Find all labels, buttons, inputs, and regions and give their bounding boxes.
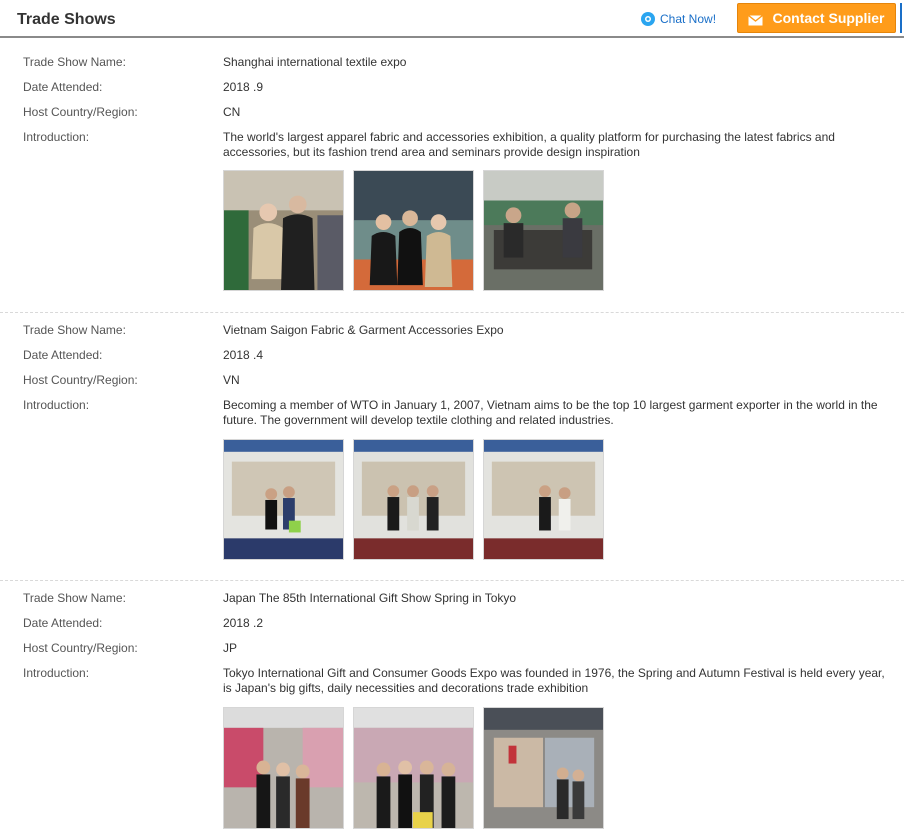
host-country-label: Host Country/Region: — [23, 641, 138, 655]
trade-show-item: Trade Show Name: Vietnam Saigon Fabric &… — [0, 312, 904, 580]
trade-show-name: Japan The 85th International Gift Show S… — [223, 591, 517, 605]
section-header: Trade Shows Chat Now! Contact Supplier — [0, 0, 904, 38]
date-attended-label: Date Attended: — [23, 616, 103, 630]
contact-supplier-button[interactable]: Contact Supplier — [737, 3, 896, 33]
date-attended-label: Date Attended: — [23, 348, 103, 362]
trade-show-photo[interactable] — [353, 439, 474, 560]
introduction-text: Tokyo International Gift and Consumer Go… — [223, 666, 885, 695]
header-edge-divider — [900, 3, 902, 33]
chat-now-link[interactable]: Chat Now! — [641, 10, 716, 28]
trade-show-photo[interactable] — [223, 439, 344, 560]
photo-gallery — [223, 439, 613, 560]
trade-show-name-label: Trade Show Name: — [23, 55, 126, 69]
introduction-label: Introduction: — [23, 398, 90, 412]
trade-show-name: Vietnam Saigon Fabric & Garment Accessor… — [223, 323, 504, 337]
trade-show-name-label: Trade Show Name: — [23, 323, 126, 337]
section-title: Trade Shows — [17, 11, 116, 28]
trade-show-photo[interactable] — [483, 707, 604, 829]
trade-show-name-label: Trade Show Name: — [23, 591, 126, 605]
introduction-text: Becoming a member of WTO in January 1, 2… — [223, 398, 878, 427]
date-attended-label: Date Attended: — [23, 80, 103, 94]
introduction-text: The world's largest apparel fabric and a… — [223, 130, 835, 159]
trade-show-photo[interactable] — [483, 170, 604, 291]
trade-show-photo[interactable] — [353, 170, 474, 291]
host-country: VN — [223, 373, 240, 387]
introduction-label: Introduction: — [23, 130, 90, 144]
trade-show-photo[interactable] — [223, 707, 344, 829]
host-country-label: Host Country/Region: — [23, 105, 138, 119]
trade-show-photo[interactable] — [223, 170, 344, 291]
host-country: JP — [223, 641, 238, 655]
host-country-label: Host Country/Region: — [23, 373, 138, 387]
chat-bubble-icon — [641, 12, 655, 26]
trade-show-photo[interactable] — [483, 439, 604, 560]
trade-show-item: Trade Show Name: Japan The 85th Internat… — [0, 580, 904, 840]
trade-show-name: Shanghai international textile expo — [223, 55, 407, 69]
chat-now-label: Chat Now! — [660, 12, 717, 26]
host-country: CN — [223, 105, 241, 119]
date-attended: 2018 .9 — [223, 80, 264, 94]
date-attended: 2018 .4 — [223, 348, 264, 362]
photo-gallery — [223, 170, 613, 291]
envelope-icon — [748, 13, 764, 25]
trade-show-photo[interactable] — [353, 707, 474, 829]
trade-show-item: Trade Show Name: Shanghai international … — [0, 40, 904, 312]
contact-supplier-label: Contact Supplier — [772, 10, 885, 26]
introduction-label: Introduction: — [23, 666, 90, 680]
date-attended: 2018 .2 — [223, 616, 264, 630]
photo-gallery — [223, 707, 613, 829]
